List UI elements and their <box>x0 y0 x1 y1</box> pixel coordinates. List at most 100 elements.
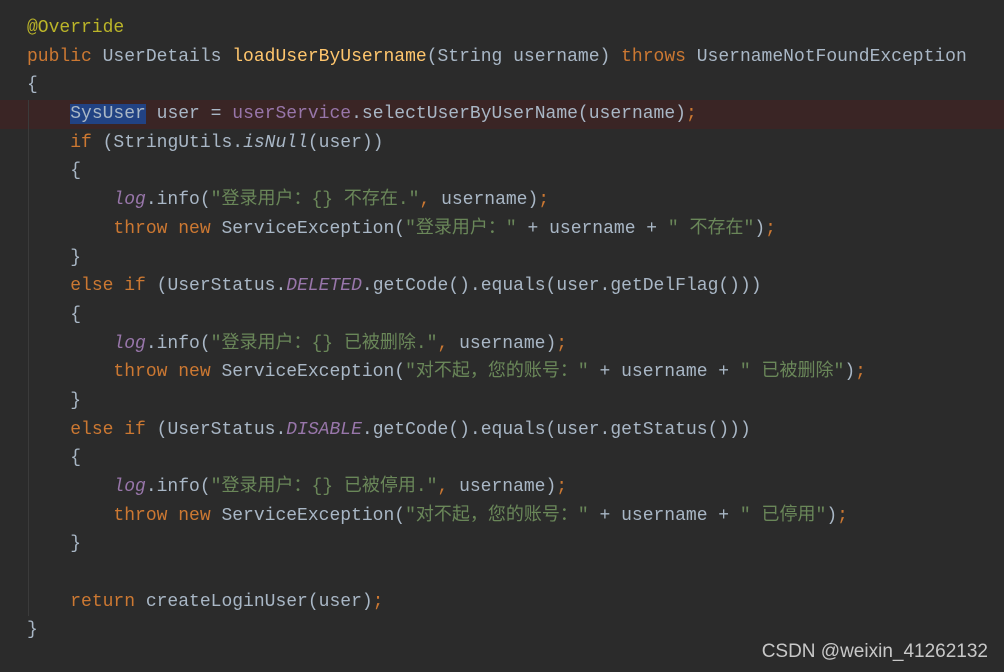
selected-token: SysUser <box>70 104 146 125</box>
code-line[interactable]: } <box>0 530 1004 560</box>
code-token: @Override <box>27 18 125 38</box>
code-token: ; <box>556 477 568 497</box>
code-line[interactable]: throw new ServiceException("登录用户：" + use… <box>0 214 1004 244</box>
code-token: ; <box>765 218 776 239</box>
code-token: ; <box>855 362 866 383</box>
code-line[interactable]: else if (UserStatus.DELETED.getCode().eq… <box>0 272 1004 301</box>
code-token: if <box>70 132 92 153</box>
code-token: "登录用户：{} 已被删除." <box>210 333 438 354</box>
code-token: UsernameNotFoundException <box>685 46 967 67</box>
code-token: .info( <box>145 477 211 497</box>
code-line[interactable]: { <box>0 300 1004 330</box>
code-token: userService <box>232 104 352 125</box>
code-line[interactable]: { <box>0 71 1004 100</box>
code-token: username) <box>459 477 557 497</box>
code-token: , <box>437 333 460 354</box>
code-token: throw new <box>113 218 211 239</box>
code-token: } <box>27 620 38 641</box>
code-editor[interactable]: @Override public UserDetails loadUserByUs… <box>0 14 1004 645</box>
code-line[interactable]: if (StringUtils.isNull(user)) <box>0 128 1004 158</box>
code-line[interactable]: log.info("登录用户：{} 已被停用.", username); <box>0 473 1004 502</box>
watermark: CSDN @weixin_41262132 <box>761 641 988 662</box>
code-token: throw new <box>113 362 211 383</box>
code-token: ServiceException( <box>210 218 406 239</box>
code-token: else if <box>70 276 146 297</box>
code-line[interactable]: { <box>0 157 1004 187</box>
code-line[interactable]: return createLoginUser(user); <box>0 587 1004 617</box>
code-token: " 已被删除" <box>739 362 845 383</box>
code-token: ; <box>685 104 697 125</box>
code-line[interactable]: } <box>0 386 1004 416</box>
code-token: DELETED <box>286 276 362 297</box>
indent-guide <box>28 186 29 215</box>
code-token: DISABLE <box>286 419 362 440</box>
code-token: log <box>113 190 146 211</box>
code-line[interactable] <box>0 559 1004 588</box>
code-token: ) <box>844 362 856 383</box>
indent-guide <box>28 415 29 445</box>
code-token: ; <box>372 591 384 612</box>
code-line[interactable]: else if (UserStatus.DISABLE.getCode().eq… <box>0 415 1004 445</box>
code-token: ) <box>826 505 838 526</box>
indent-guide <box>28 329 29 359</box>
code-line-current[interactable]: SysUser user = userService.selectUserByU… <box>0 100 1004 129</box>
code-token: } <box>70 390 82 411</box>
code-line[interactable]: log.info("登录用户：{} 不存在.", username); <box>0 186 1004 215</box>
code-token: (String username) <box>426 46 622 67</box>
code-token: + username + <box>588 362 740 383</box>
indent-guide <box>28 272 29 301</box>
indent-guide <box>28 444 29 473</box>
code-token: { <box>27 75 38 96</box>
indent-guide <box>28 473 29 502</box>
code-token: .getCode().equals(user.getDelFlag())) <box>361 276 762 297</box>
code-token: user = <box>145 104 233 125</box>
code-token: .info( <box>145 190 211 211</box>
code-token: log <box>113 333 146 354</box>
code-token: loadUserByUsername <box>232 46 427 67</box>
indent-guide <box>28 358 29 387</box>
code-token: } <box>70 534 82 555</box>
indent-guide <box>28 100 29 129</box>
code-token: "对不起，您的账号：" <box>405 362 589 383</box>
code-token: ; <box>837 505 848 526</box>
code-token: ServiceException( <box>210 362 406 383</box>
code-token: log <box>113 477 146 497</box>
code-token: (user)) <box>307 132 384 153</box>
code-line[interactable]: @Override <box>0 14 1004 43</box>
code-line[interactable]: public UserDetails loadUserByUsername(St… <box>0 43 1004 72</box>
code-token: username) <box>441 190 539 211</box>
code-token: throw new <box>113 505 211 526</box>
code-token: (UserStatus. <box>145 276 287 297</box>
code-token: " 已停用" <box>739 505 827 526</box>
code-token: , <box>419 190 442 211</box>
indent-guide <box>28 530 29 560</box>
code-token: else if <box>70 419 146 440</box>
code-line[interactable]: throw new ServiceException("对不起，您的账号：" +… <box>0 501 1004 531</box>
code-line[interactable]: log.info("登录用户：{} 已被删除.", username); <box>0 329 1004 359</box>
code-token: (UserStatus. <box>145 419 287 440</box>
code-token: "登录用户：{} 不存在." <box>210 190 420 211</box>
code-token: createLoginUser(user) <box>135 591 373 612</box>
code-token: UserDetails <box>91 46 233 67</box>
indent-guide <box>28 157 29 187</box>
indent-guide <box>28 128 29 158</box>
indent-guide <box>28 587 29 617</box>
code-line[interactable]: } <box>0 243 1004 273</box>
code-token: "登录用户：" <box>405 218 517 239</box>
code-line[interactable]: { <box>0 444 1004 473</box>
code-token: { <box>70 448 82 469</box>
indent-guide <box>28 501 29 531</box>
code-token: } <box>70 247 82 268</box>
code-token: { <box>70 161 82 182</box>
code-token: ServiceException( <box>210 505 406 526</box>
code-token: { <box>70 304 82 325</box>
code-token: username) <box>459 333 557 354</box>
code-token: throws <box>621 46 686 67</box>
code-token: isNull <box>243 132 308 153</box>
code-token: "登录用户：{} 已被停用." <box>210 477 438 497</box>
code-token: " 不存在" <box>667 218 755 239</box>
code-token: + username + <box>588 505 740 526</box>
code-line[interactable]: throw new ServiceException("对不起，您的账号：" +… <box>0 358 1004 387</box>
code-token: ; <box>538 190 550 211</box>
code-token: .info( <box>145 333 211 354</box>
